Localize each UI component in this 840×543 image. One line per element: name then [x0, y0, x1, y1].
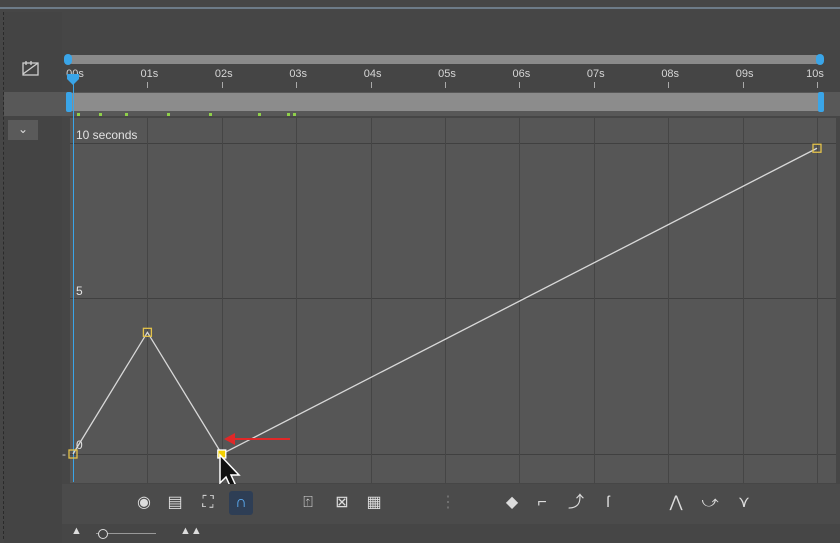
ease-out-icon[interactable]: ſ [596, 491, 620, 515]
eye-icon[interactable]: ◉ [132, 491, 156, 515]
zoom-fit-icon[interactable]: ⍐ [296, 491, 320, 515]
smooth-icon[interactable]: ⤻ [698, 491, 722, 515]
zoom-out-icon[interactable]: ▲ [71, 525, 82, 537]
keyframe-diamond-icon[interactable]: ◆ [500, 491, 524, 515]
magnet-icon[interactable]: ∩ [229, 491, 253, 515]
value-curve [72, 147, 818, 455]
zoom-in-icon[interactable]: ▲▲ [180, 525, 202, 537]
ease-in-out-icon[interactable]: ⤴ [564, 491, 588, 515]
graph-type-icon[interactable]: ⊠ [330, 491, 354, 515]
layer-menu-icon[interactable]: ▤ [163, 491, 187, 515]
graph-overlay-icon[interactable]: ▦ [362, 491, 386, 515]
zoom-slider-handle[interactable] [98, 529, 108, 539]
auto-bezier-icon[interactable]: ⋀ [664, 491, 688, 515]
curve-overlay [68, 143, 822, 489]
transform-box-icon[interactable]: ⛶ [196, 491, 220, 515]
annotation-arrow [224, 433, 290, 445]
zoom-controls [62, 524, 262, 543]
linear-icon[interactable]: ⋎ [732, 491, 756, 515]
convert-corner-icon[interactable]: ⌐ [530, 491, 554, 515]
separator-icon: ⋮ [440, 494, 456, 511]
